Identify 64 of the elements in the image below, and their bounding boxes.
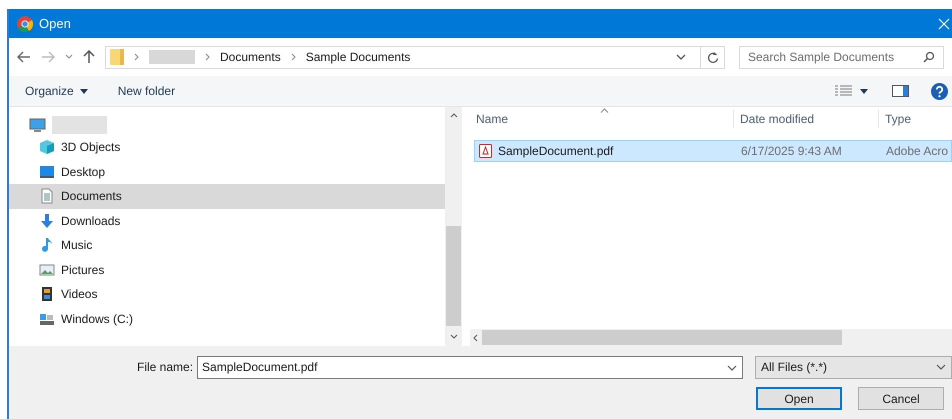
scrollbar-thumb[interactable] <box>446 226 461 326</box>
column-header[interactable]: Type <box>879 110 952 128</box>
folder-icon <box>110 48 124 66</box>
sidebar-item[interactable]: Desktop <box>9 160 445 184</box>
sidebar-item[interactable]: Music <box>9 233 445 258</box>
caret-icon <box>80 88 88 94</box>
monitor-icon <box>39 164 55 180</box>
chevron-down-icon[interactable] <box>676 54 686 60</box>
sidebar-item[interactable]: Documents <box>9 184 445 208</box>
refresh-icon[interactable] <box>707 50 719 64</box>
picture-icon <box>39 262 55 278</box>
horizontal-scrollbar[interactable] <box>470 329 952 346</box>
blurred-label <box>149 50 195 64</box>
back-arrow-icon[interactable] <box>17 51 31 63</box>
chevron-right-icon <box>290 53 296 61</box>
breadcrumb[interactable]: Documents <box>220 48 281 66</box>
file-type-dropdown[interactable]: All Files (*.*) <box>755 356 952 378</box>
search-icon[interactable] <box>923 51 935 63</box>
cancel-button[interactable]: Cancel <box>858 387 944 410</box>
sidebar-item[interactable]: Pictures <box>9 258 445 282</box>
address-bar[interactable]: Documents Sample Documents <box>105 46 725 68</box>
chevron-down-icon[interactable] <box>65 54 73 60</box>
chevron-right-icon <box>134 53 139 61</box>
close-icon[interactable] <box>938 18 950 30</box>
blurred-label <box>52 116 107 134</box>
chevron-down-icon[interactable] <box>727 364 738 370</box>
down-arrow-icon <box>39 212 55 229</box>
chevron-down-icon <box>936 364 946 370</box>
up-arrow-icon[interactable] <box>83 50 95 64</box>
sidebar-item[interactable]: Windows (C:) <box>9 306 445 331</box>
chevron-down-icon <box>450 334 458 339</box>
chevron-left-icon <box>473 334 478 342</box>
computer-icon <box>29 118 46 132</box>
column-header[interactable]: Date modified <box>734 110 879 128</box>
browser-logo-icon <box>17 16 33 32</box>
chevron-right-icon <box>205 53 210 61</box>
file-row[interactable]: SampleDocument.pdf 6/17/2025 9:43 AM Adobe Acro <box>474 140 952 162</box>
preview-pane-icon[interactable] <box>892 85 909 97</box>
breadcrumb[interactable]: Sample Documents <box>306 48 410 66</box>
window-title: Open <box>39 14 71 33</box>
file-name-field[interactable]: SampleDocument.pdf <box>197 356 744 378</box>
music-note-icon <box>39 237 55 254</box>
file-type: Adobe Acro <box>885 143 950 160</box>
column-header[interactable]: Name <box>470 110 734 128</box>
new-folder-button[interactable]: New folder <box>118 82 176 100</box>
sidebar-item[interactable]: Downloads <box>9 208 445 233</box>
search-field[interactable]: Search Sample Documents <box>739 46 944 68</box>
sidebar-item[interactable]: Videos <box>9 282 445 306</box>
view-list-icon[interactable] <box>835 85 852 97</box>
caret-icon[interactable] <box>860 88 868 94</box>
date-modified: 6/17/2025 9:43 AM <box>740 143 843 160</box>
scrollbar[interactable] <box>445 107 462 346</box>
open-button[interactable]: Open <box>756 387 842 410</box>
pdf-file-icon <box>479 144 492 158</box>
file-name: SampleDocument.pdf <box>498 143 614 160</box>
help-icon[interactable] <box>931 82 948 100</box>
file-name-label: File name: <box>137 359 194 376</box>
cube-icon <box>39 139 55 156</box>
film-icon <box>39 286 55 302</box>
document-icon <box>39 188 55 204</box>
scrollbar-thumb[interactable] <box>482 330 842 345</box>
organize-button[interactable]: Organize <box>25 82 88 100</box>
sidebar-item[interactable]: 3D Objects <box>9 135 445 160</box>
chevron-up-icon <box>450 113 458 118</box>
